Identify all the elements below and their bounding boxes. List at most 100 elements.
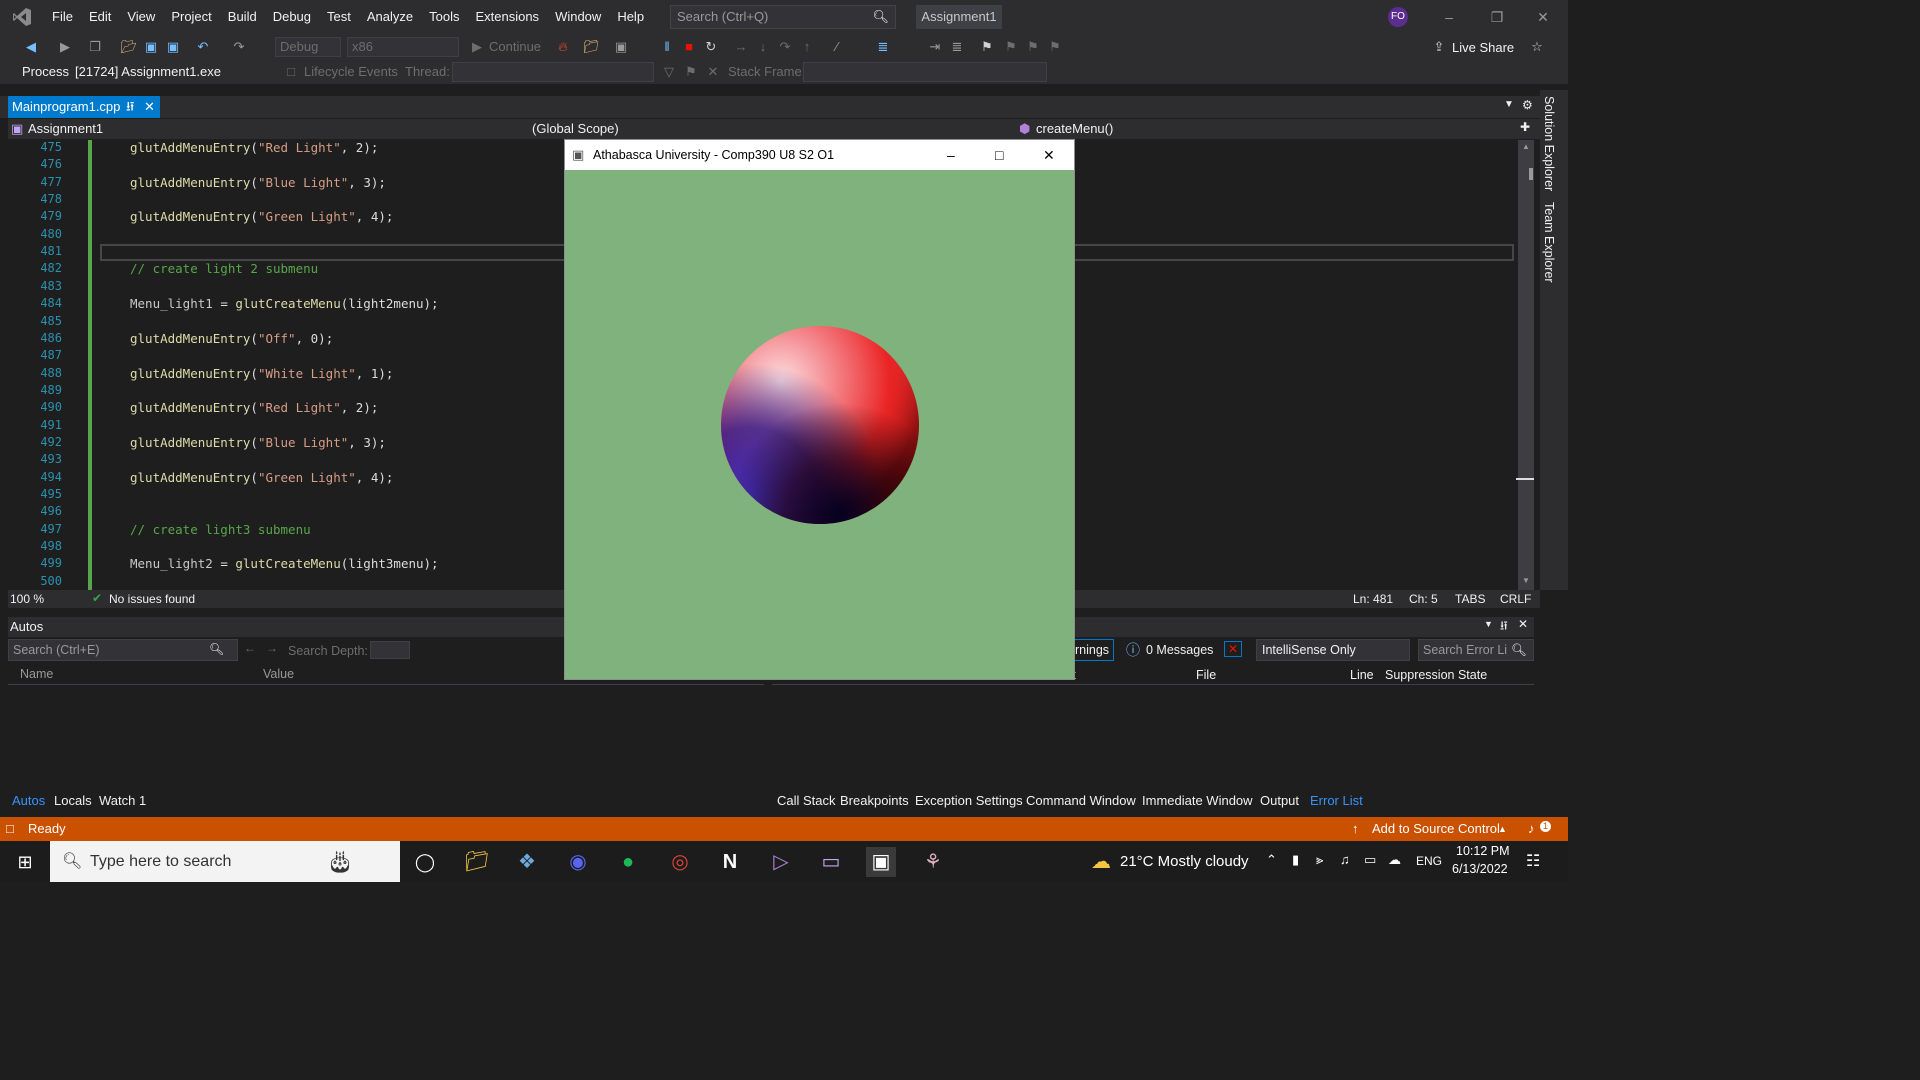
folder-icon[interactable]: 📁︎ xyxy=(582,38,600,56)
prev-bookmark-icon[interactable]: ⚑ xyxy=(1002,38,1020,56)
indent-icon[interactable]: ⇥ xyxy=(926,38,944,56)
open-folder-icon[interactable]: 📂︎ xyxy=(120,38,138,56)
code-line[interactable]: glutAddMenuEntry("Green Light", 4); xyxy=(130,470,393,485)
minimize-icon[interactable]: – xyxy=(947,140,955,170)
menu-edit[interactable]: Edit xyxy=(81,0,119,34)
glut-window[interactable]: ▣ Athabasca University - Comp390 U8 S2 O… xyxy=(564,139,1075,680)
menu-file[interactable]: File xyxy=(44,0,81,34)
menu-help[interactable]: Help xyxy=(609,0,652,34)
settings-gear-icon[interactable]: ⚙ xyxy=(1522,98,1533,112)
paint-icon[interactable]: ⚘ xyxy=(918,847,948,877)
tab-call-stack[interactable]: Call Stack xyxy=(777,793,836,808)
menu-window[interactable]: Window xyxy=(547,0,609,34)
team-explorer-tab[interactable]: Team Explorer xyxy=(1542,202,1556,283)
code-line[interactable]: // create light 2 submenu xyxy=(130,261,318,276)
glut-window-titlebar[interactable]: ▣ Athabasca University - Comp390 U8 S2 O… xyxy=(565,140,1074,170)
menu-extensions[interactable]: Extensions xyxy=(467,0,547,34)
file-explorer-icon[interactable]: 📁︎ xyxy=(462,847,492,877)
tab-list-icon[interactable]: ▼ xyxy=(1504,99,1514,110)
power-icon[interactable]: ▭ xyxy=(1364,852,1376,868)
configuration-select[interactable]: Debug xyxy=(275,37,341,57)
filter-icon[interactable]: ▽ xyxy=(660,63,678,81)
close-icon[interactable]: ✕ xyxy=(1520,0,1566,34)
share-icon[interactable]: ⇪ xyxy=(1430,38,1448,56)
glut-window-taskbar-icon[interactable]: ▣ xyxy=(866,847,896,877)
thread-icon[interactable]: ≣ xyxy=(874,38,892,56)
taskbar-search-box[interactable]: 🔍︎ Type here to search 🎂︎ xyxy=(50,841,400,882)
zoom-select[interactable]: 100 % xyxy=(10,592,44,606)
forward-arrow-icon[interactable]: → xyxy=(266,641,278,655)
step-over-icon[interactable]: ↷ xyxy=(776,38,794,56)
platform-select[interactable]: x86 xyxy=(347,37,459,57)
show-next-statement-icon[interactable]: → xyxy=(732,38,750,56)
weather-text[interactable]: 21°C Mostly cloudy xyxy=(1120,853,1249,870)
live-share-button[interactable]: Live Share xyxy=(1452,40,1514,55)
redo-icon[interactable]: ↷ xyxy=(230,38,248,56)
stack-frame-select[interactable] xyxy=(803,62,1047,82)
code-line[interactable]: glutAddMenuEntry("Green Light", 4); xyxy=(130,209,393,224)
member-select[interactable]: ⬢ createMenu() xyxy=(1016,120,1516,138)
onedrive-icon[interactable]: ☁ xyxy=(1388,852,1401,868)
menu-debug[interactable]: Debug xyxy=(265,0,319,34)
code-line[interactable]: glutAddMenuEntry("Blue Light", 3); xyxy=(130,175,386,190)
notification-center-icon[interactable]: ☷ xyxy=(1526,851,1540,871)
comment-icon[interactable]: ≣ xyxy=(948,38,966,56)
code-line[interactable]: Menu_light1 = glutCreateMenu(light2menu)… xyxy=(130,296,439,311)
code-line[interactable]: glutAddMenuEntry("Blue Light", 3); xyxy=(130,435,386,450)
stop-icon[interactable]: ■ xyxy=(680,38,698,56)
col-line[interactable]: Line xyxy=(1350,668,1374,682)
pin-icon[interactable]: ⭿ xyxy=(1500,617,1508,638)
flag-icon[interactable]: ⚑ xyxy=(682,63,700,81)
new-project-icon[interactable]: ❐ xyxy=(86,38,104,56)
error-scope-select[interactable]: IntelliSense Only xyxy=(1256,639,1410,661)
solution-explorer-tab[interactable]: Solution Explorer xyxy=(1542,96,1556,191)
continue-button[interactable]: Continue xyxy=(489,39,541,54)
code-line[interactable]: glutAddMenuEntry("Red Light", 2); xyxy=(130,140,378,155)
code-line[interactable]: glutAddMenuEntry("White Light", 1); xyxy=(130,366,393,381)
visual-studio-icon[interactable]: ▷ xyxy=(766,847,796,877)
notion-icon[interactable]: N xyxy=(715,847,745,877)
line-ending[interactable]: CRLF xyxy=(1500,592,1531,606)
panel-dropdown-icon[interactable]: ▼ xyxy=(1484,619,1493,629)
close-icon[interactable]: ✕ xyxy=(1043,140,1055,170)
back-icon[interactable]: ◀ xyxy=(22,38,40,56)
tab-locals[interactable]: Locals xyxy=(54,793,92,808)
menu-test[interactable]: Test xyxy=(319,0,359,34)
avatar[interactable]: FO xyxy=(1388,7,1408,27)
thread-select[interactable] xyxy=(452,62,654,82)
search-depth-select[interactable] xyxy=(370,641,410,659)
project-select[interactable]: ▣ Assignment1 xyxy=(8,120,508,138)
tab-error-list[interactable]: Error List xyxy=(1310,793,1363,808)
terminal-icon[interactable]: ▭ xyxy=(816,847,846,877)
warnings-filter-button[interactable]: rnings xyxy=(1074,639,1114,661)
task-view-icon[interactable]: ◯ xyxy=(410,847,440,877)
code-line[interactable]: Menu_light2 = glutCreateMenu(light3menu)… xyxy=(130,556,439,571)
indent-mode[interactable]: TABS xyxy=(1455,592,1485,606)
play-icon[interactable]: ▶ xyxy=(468,38,486,56)
messages-filter-button[interactable]: 0 Messages xyxy=(1146,643,1213,657)
menu-build[interactable]: Build xyxy=(220,0,265,34)
spotify-icon[interactable]: ● xyxy=(613,847,643,877)
windows-start-icon[interactable]: ⊞ xyxy=(10,847,40,877)
menu-tools[interactable]: Tools xyxy=(421,0,467,34)
build-filter-icon[interactable]: ✕ xyxy=(1224,641,1243,657)
tab-breakpoints[interactable]: Breakpoints xyxy=(840,793,909,808)
volume-icon[interactable]: ♫ xyxy=(1340,852,1350,867)
tab-autos[interactable]: Autos xyxy=(12,793,45,808)
close-tab-icon[interactable]: ✕ xyxy=(144,96,155,118)
tab-mainprogram1-cpp[interactable]: Mainprogram1.cpp ⭿ ✕ xyxy=(8,96,160,118)
autos-search-input[interactable]: Search (Ctrl+E) 🔍︎ xyxy=(8,639,238,661)
clock-date[interactable]: 6/13/2022 xyxy=(1452,862,1508,876)
forward-icon[interactable]: ▶ xyxy=(56,38,74,56)
tab-watch-1[interactable]: Watch 1 xyxy=(99,793,146,808)
tab-output[interactable]: Output xyxy=(1260,793,1299,808)
col-file[interactable]: File xyxy=(1196,668,1216,682)
clear-bookmarks-icon[interactable]: ⚑ xyxy=(1046,38,1064,56)
feedback-icon[interactable]: ☆ xyxy=(1528,38,1546,56)
code-line[interactable]: // create light3 submenu xyxy=(130,522,311,537)
code-line[interactable]: glutAddMenuEntry("Red Light", 2); xyxy=(130,400,378,415)
opengl-canvas[interactable] xyxy=(565,170,1074,679)
char-number[interactable]: Ch: 5 xyxy=(1409,592,1438,606)
search-icon[interactable]: 🔍︎ xyxy=(209,642,224,656)
menu-analyze[interactable]: Analyze xyxy=(359,0,421,34)
